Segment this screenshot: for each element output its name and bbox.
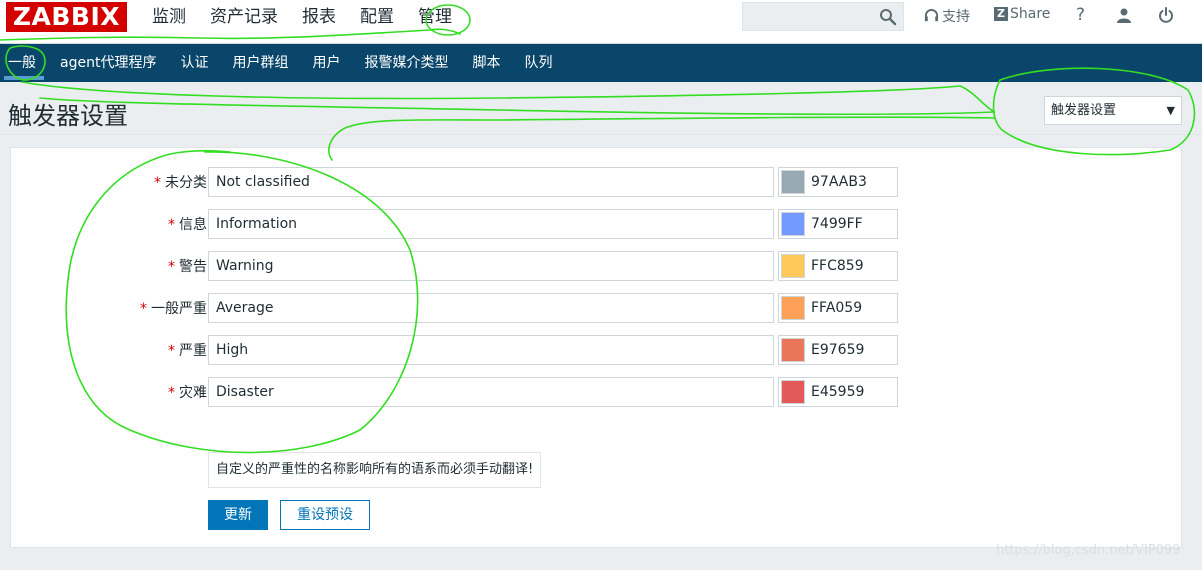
severity-row-high: * 严重 High E97659 (11, 335, 1183, 365)
subnav-user-groups[interactable]: 用户群组 (220, 44, 300, 82)
support-label: 支持 (942, 9, 970, 25)
dropdown-arrow-icon: ▼ (1166, 104, 1175, 117)
color-swatch[interactable] (781, 170, 805, 194)
severity-row-information: * 信息 Information 7499FF (11, 209, 1183, 239)
user-icon (1117, 8, 1131, 23)
severity-color-picker[interactable]: E97659 (778, 335, 898, 365)
severity-row-not-classified: * 未分类 Not classified 97AAB3 (11, 167, 1183, 197)
power-icon (1159, 7, 1173, 23)
share-link[interactable]: Z Share (994, 6, 1050, 22)
required-mark: * (168, 217, 175, 233)
top-bar: ZABBIX 监测 资产记录 报表 配置 管理 支持 Z Share ? (0, 0, 1202, 44)
required-mark: * (168, 343, 175, 359)
subnav-proxies[interactable]: agent代理程序 (48, 44, 168, 82)
required-mark: * (140, 301, 147, 317)
severity-label: * 一般严重 (140, 298, 207, 318)
reset-defaults-button[interactable]: 重设预设 (280, 500, 370, 530)
severity-name-input[interactable]: High (208, 335, 774, 365)
color-swatch[interactable] (781, 338, 805, 362)
severity-label: * 警告 (168, 256, 207, 276)
color-hex-value[interactable]: E97659 (811, 342, 864, 358)
profile-button[interactable] (1116, 7, 1135, 23)
severity-color-picker[interactable]: 97AAB3 (778, 167, 898, 197)
severity-color-picker[interactable]: E45959 (778, 377, 898, 407)
severity-label-text: 灾难 (179, 385, 207, 401)
severity-row-warning: * 警告 Warning FFC859 (11, 251, 1183, 281)
main-nav: 监测 资产记录 报表 配置 管理 (140, 4, 464, 30)
nav-inventory[interactable]: 资产记录 (198, 4, 290, 30)
help-button[interactable]: ? (1076, 5, 1085, 25)
subnav-queue[interactable]: 队列 (512, 44, 564, 82)
severity-form: * 未分类 Not classified 97AAB3 * 信息 Information 74… (10, 147, 1182, 548)
severity-label: * 信息 (168, 214, 207, 234)
severity-row-average: * 一般严重 Average FFA059 (11, 293, 1183, 323)
severity-label-text: 一般严重 (151, 301, 207, 317)
translation-note: 自定义的严重性的名称影响所有的语系而必须手动翻译! (208, 452, 542, 488)
color-hex-value[interactable]: 7499FF (811, 216, 863, 232)
severity-name-input[interactable]: Warning (208, 251, 774, 281)
nav-administration[interactable]: 管理 (406, 4, 464, 30)
required-mark: * (168, 259, 175, 275)
severity-label-text: 信息 (179, 217, 207, 233)
severity-label: * 严重 (168, 340, 207, 360)
subnav-authentication[interactable]: 认证 (168, 44, 220, 82)
header-divider (0, 134, 1202, 135)
color-swatch[interactable] (781, 212, 805, 236)
update-button[interactable]: 更新 (208, 500, 268, 530)
severity-label-text: 警告 (179, 259, 207, 275)
settings-page-select-value: 触发器设置 (1051, 103, 1117, 118)
color-swatch[interactable] (781, 254, 805, 278)
severity-name-input[interactable]: Information (208, 209, 774, 239)
severity-name-input[interactable]: Not classified (208, 167, 774, 197)
severity-label-text: 未分类 (165, 175, 207, 191)
watermark: https://blog.csdn.net/VIP099 (996, 543, 1181, 558)
severity-label: * 灾难 (168, 382, 207, 402)
required-mark: * (168, 385, 175, 401)
subnav-general[interactable]: 一般 (0, 44, 48, 82)
color-hex-value[interactable]: FFC859 (811, 258, 864, 274)
color-hex-value[interactable]: 97AAB3 (811, 174, 867, 190)
color-swatch[interactable] (781, 380, 805, 404)
nav-configuration[interactable]: 配置 (348, 4, 406, 30)
severity-label-text: 严重 (179, 343, 207, 359)
headset-icon (924, 8, 939, 21)
severity-name-input[interactable]: Disaster (208, 377, 774, 407)
settings-page-select[interactable]: 触发器设置 ▼ (1044, 96, 1182, 125)
share-icon: Z (994, 7, 1008, 21)
required-mark: * (154, 175, 161, 191)
severity-color-picker[interactable]: FFC859 (778, 251, 898, 281)
severity-name-input[interactable]: Average (208, 293, 774, 323)
subnav-users[interactable]: 用户 (300, 44, 352, 82)
sub-nav: 一般 agent代理程序 认证 用户群组 用户 报警媒介类型 脚本 队列 (0, 44, 1202, 82)
nav-reports[interactable]: 报表 (290, 4, 348, 30)
color-swatch[interactable] (781, 296, 805, 320)
color-hex-value[interactable]: E45959 (811, 384, 864, 400)
severity-label: * 未分类 (154, 172, 207, 192)
page-title: 触发器设置 (8, 102, 128, 130)
search-input[interactable] (742, 2, 904, 31)
severity-color-picker[interactable]: 7499FF (778, 209, 898, 239)
share-label: Share (1010, 6, 1051, 22)
nav-monitoring[interactable]: 监测 (140, 4, 198, 30)
subnav-media-types[interactable]: 报警媒介类型 (352, 44, 460, 82)
support-link[interactable]: 支持 (924, 6, 970, 26)
search-icon[interactable] (879, 8, 897, 26)
subnav-scripts[interactable]: 脚本 (460, 44, 512, 82)
color-hex-value[interactable]: FFA059 (811, 300, 862, 316)
logout-button[interactable] (1158, 7, 1177, 23)
zabbix-logo[interactable]: ZABBIX (6, 2, 127, 32)
help-icon: ? (1076, 5, 1086, 25)
severity-row-disaster: * 灾难 Disaster E45959 (11, 377, 1183, 407)
severity-color-picker[interactable]: FFA059 (778, 293, 898, 323)
